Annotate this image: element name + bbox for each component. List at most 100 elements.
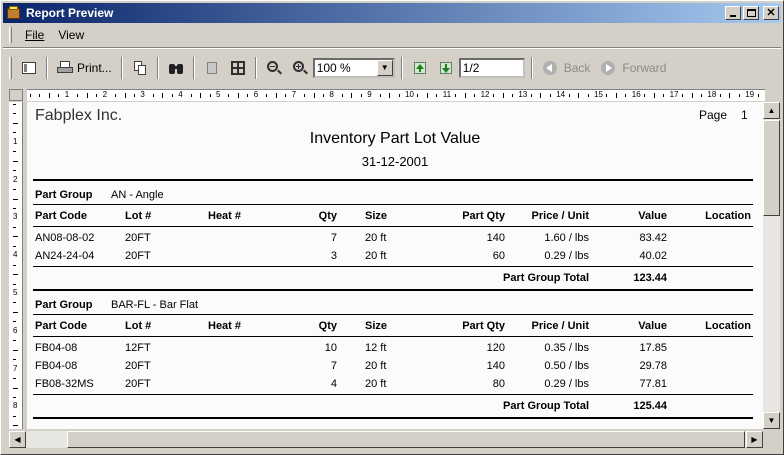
scroll-up-button[interactable]: ▲ [763,102,780,119]
window-title: Report Preview [26,6,114,20]
ruler-tick [13,236,18,238]
page-number: 1 [741,108,748,122]
scroll-left-button[interactable]: ◀ [9,431,26,448]
forward-button[interactable]: Forward [596,56,670,80]
separator-line [33,289,753,291]
multi-page-button[interactable] [226,56,250,80]
ruler-number: 5 [13,288,18,297]
previous-page-button[interactable] [408,56,432,80]
ruler-tick [700,94,702,97]
ruler-tick [247,94,249,97]
horizontal-scroll-thumb[interactable] [67,431,745,448]
page-number-input[interactable]: 1/2 [458,57,525,78]
separator-line [33,336,753,337]
ruler-tick [322,94,324,97]
ruler-number: 14 [556,90,566,99]
separator-line [33,314,753,315]
zoom-in-button[interactable] [288,56,312,80]
ruler-number: 13 [518,90,528,99]
ruler-number: 7 [291,90,297,99]
ruler-tick [133,94,135,97]
ruler-number: 9 [367,90,372,99]
zoom-in-icon [292,60,308,76]
close-button[interactable]: ✕ [763,6,779,20]
ruler-tick [200,93,202,98]
next-page-button[interactable] [434,56,458,80]
copy-button[interactable] [128,56,152,80]
cell-price: 0.29 / lbs [544,378,589,390]
cell-qty: 3 [330,250,337,262]
arrow-up-icon [412,60,428,76]
ruler-tick [13,340,16,342]
ruler-tick [152,94,154,97]
maximize-button[interactable] [743,6,759,20]
group-total-value: 125.44 [633,400,667,412]
column-header-location: Location [705,320,751,332]
ruler-tick [13,207,16,209]
column-header-part-qty: Part Qty [462,320,505,332]
ruler-tick [13,425,18,427]
ruler-tick [341,94,343,97]
ruler-tick [228,94,230,97]
menu-grip[interactable] [9,26,12,43]
ruler-number: 11 [442,90,452,99]
ruler-number: 10 [405,90,414,99]
cell-size: 20 ft [365,360,387,372]
vertical-scroll-thumb[interactable] [763,120,780,216]
ruler-tick [417,94,419,97]
zoom-select[interactable]: 100 % ▼ [312,57,395,78]
menu-file[interactable]: File [18,28,51,42]
ruler-tick [606,94,608,97]
find-button[interactable] [164,56,188,80]
ruler-tick [237,93,239,98]
report-app-icon [6,5,22,21]
ruler-number: 7 [13,363,18,373]
horizontal-scrollbar[interactable]: ◀ ▶ [9,431,763,448]
cell-part-code: FB04-08 [35,342,78,354]
document-map-icon [21,60,37,76]
print-button[interactable]: Print... [53,56,116,80]
group-total-label: Part Group Total [503,272,589,284]
scroll-down-button[interactable]: ▼ [763,412,780,429]
zoom-out-button[interactable] [262,56,286,80]
report-date: 31-12-2001 [361,154,429,169]
ruler-tick [13,302,16,304]
toolbar-separator [192,56,195,79]
single-page-button[interactable] [200,56,224,80]
ruler-tick [285,94,287,97]
ruler-tick [13,122,18,124]
forward-icon [600,60,616,76]
ruler-tick [275,93,277,98]
ruler-tick [13,245,16,247]
toggle-tree-button[interactable] [17,56,41,80]
zoom-value: 100 % [316,60,351,75]
ruler-tick [13,321,16,323]
minimize-icon [730,15,736,17]
chevron-down-icon[interactable]: ▼ [376,59,393,76]
minimize-button[interactable] [725,6,741,20]
column-header-value: Value [638,210,667,222]
scroll-right-button[interactable]: ▶ [746,431,763,448]
vertical-scrollbar[interactable]: ▲ ▼ [763,102,780,429]
cell-lot: 12FT [125,342,151,354]
close-icon: ✕ [766,7,776,19]
ruler-tick [13,198,18,200]
ruler-tick [30,94,31,97]
column-header-lot: Lot # [125,320,152,332]
ruler-number: 17 [669,90,679,99]
forward-label: Forward [622,60,667,75]
ruler-tick [13,283,16,285]
ruler-tick [13,387,18,389]
ruler-number: 8 [329,90,334,99]
ruler-tick [455,94,457,97]
copy-icon [132,60,148,76]
ruler-tick [13,189,16,191]
cell-price: 0.50 / lbs [544,360,589,372]
toolbar-grip[interactable] [9,56,12,79]
column-header-size: Size [365,320,388,332]
cell-value: 83.42 [639,232,667,244]
toolbar: Print... 100 % ▼ 1/2 Back Forward [3,47,781,87]
menu-view[interactable]: View [51,28,91,42]
ruler-number: 4 [13,250,18,260]
back-button[interactable]: Back [538,56,595,80]
